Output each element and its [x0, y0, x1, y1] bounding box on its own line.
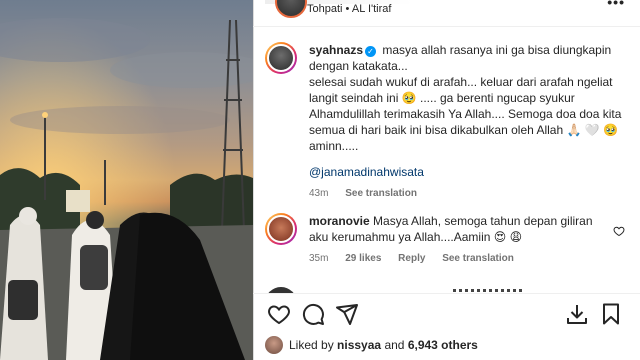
- comment-see-translation[interactable]: See translation: [442, 253, 514, 264]
- caption-time[interactable]: 43m: [309, 188, 328, 199]
- header-divider: [253, 26, 640, 27]
- comment-meta: 35m 29 likes Reply See translation: [309, 251, 605, 267]
- action-bar: [265, 300, 625, 328]
- heart-icon[interactable]: [267, 302, 291, 326]
- caption-line-2: selesai sudah wukuf di arafah... keluar …: [309, 75, 622, 153]
- liker-username[interactable]: nissyaa: [337, 338, 381, 352]
- caption-mention[interactable]: @janamadinahwisata: [309, 165, 424, 179]
- caption-username[interactable]: syahnazs: [309, 43, 363, 57]
- author-avatar[interactable]: [275, 0, 307, 18]
- comment-likes[interactable]: 29 likes: [345, 253, 381, 264]
- comment-avatar[interactable]: [265, 213, 297, 245]
- caption-body: syahnazs ✓ masya allah rasanya ini ga bis…: [309, 42, 623, 202]
- like-comment-icon[interactable]: [613, 225, 625, 240]
- bookmark-icon[interactable]: [599, 302, 623, 326]
- liker-avatar[interactable]: [265, 336, 283, 354]
- verified-icon: ✓: [365, 46, 377, 57]
- panel-divider: [253, 0, 254, 360]
- likes-count[interactable]: 6,943 others: [408, 338, 478, 352]
- caption-meta: 43m See translation: [309, 186, 623, 202]
- actions-divider: [253, 293, 640, 294]
- more-icon[interactable]: •••: [607, 0, 625, 10]
- caption-avatar[interactable]: [265, 42, 297, 74]
- comment-reply-button[interactable]: Reply: [398, 253, 425, 264]
- comment-time[interactable]: 35m: [309, 253, 328, 264]
- comment-username[interactable]: moranovie: [309, 214, 370, 228]
- pilgrims-scene: [0, 0, 253, 360]
- share-icon[interactable]: [335, 302, 359, 326]
- caption-see-translation[interactable]: See translation: [345, 188, 417, 199]
- post-location[interactable]: Tohpati • AL I'tiraf: [307, 3, 391, 15]
- comment-icon[interactable]: [301, 302, 325, 326]
- post-photo: [0, 0, 253, 360]
- post-details-panel: Tohpati • AL I'tiraf ••• syahnazs ✓ masya…: [253, 0, 640, 360]
- download-icon[interactable]: [565, 302, 589, 326]
- comment-body: moranovie Masya Allah, semoga tahun depa…: [309, 213, 605, 267]
- post-header: Tohpati • AL I'tiraf •••: [265, 0, 635, 20]
